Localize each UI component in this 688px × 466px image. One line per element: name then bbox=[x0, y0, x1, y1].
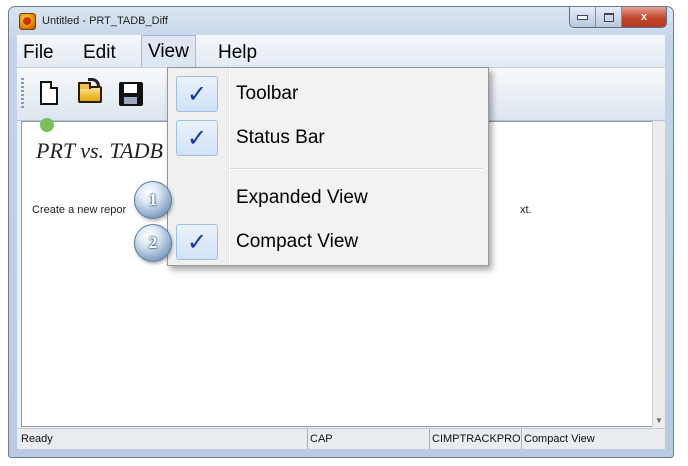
new-button[interactable] bbox=[37, 80, 63, 108]
document-text-tail: xt. bbox=[520, 204, 532, 216]
menu-item-toolbar[interactable]: ✓ Toolbar bbox=[170, 72, 486, 114]
checkmark-icon: ✓ bbox=[176, 76, 218, 112]
status-cap: CAP bbox=[307, 429, 429, 449]
checkmark-icon: ✓ bbox=[176, 224, 218, 260]
menu-item-label: Toolbar bbox=[236, 83, 299, 104]
menu-bar: File Edit View Help bbox=[17, 35, 665, 68]
new-document-icon bbox=[40, 81, 58, 105]
status-user: CIMPTRACKPRO bbox=[429, 429, 521, 449]
document-text: Create a new repor bbox=[32, 204, 127, 216]
save-button[interactable] bbox=[117, 80, 143, 108]
scroll-down-icon[interactable]: ▼ bbox=[655, 416, 663, 425]
menu-edit[interactable]: Edit bbox=[83, 42, 116, 64]
minimize-button[interactable] bbox=[570, 7, 596, 27]
toolbar-grip[interactable] bbox=[21, 78, 24, 108]
menu-item-status-bar[interactable]: ✓ Status Bar bbox=[170, 116, 486, 158]
menu-help[interactable]: Help bbox=[218, 42, 257, 64]
checkmark-icon: ✓ bbox=[176, 120, 218, 156]
open-folder-icon bbox=[78, 78, 102, 103]
menu-item-label: Expanded View bbox=[236, 187, 368, 208]
close-icon: x bbox=[640, 11, 648, 23]
window-title: Untitled - PRT_TADB_Diff bbox=[42, 15, 168, 27]
status-bar: Ready CAP CIMPTRACKPRO Compact View bbox=[17, 428, 665, 449]
vertical-scrollbar[interactable]: ▼ bbox=[652, 121, 665, 427]
view-menu-dropdown: ✓ Toolbar ✓ Status Bar Expanded View ✓ C… bbox=[167, 67, 489, 266]
caption-buttons: x bbox=[569, 7, 667, 28]
menu-item-label: Status Bar bbox=[236, 127, 325, 148]
close-button[interactable]: x bbox=[622, 7, 666, 27]
menu-view[interactable]: View bbox=[141, 35, 196, 67]
callout-2: 2 bbox=[134, 224, 172, 262]
maximize-icon bbox=[603, 12, 614, 22]
title-bar[interactable]: Untitled - PRT_TADB_Diff x bbox=[9, 7, 673, 35]
open-button[interactable] bbox=[77, 78, 103, 108]
menu-item-expanded-view[interactable]: Expanded View bbox=[170, 176, 486, 218]
menu-file[interactable]: File bbox=[23, 42, 54, 64]
minimize-icon bbox=[577, 14, 588, 20]
menu-separator bbox=[230, 168, 482, 170]
save-disk-icon bbox=[119, 82, 143, 106]
report-status-icon bbox=[40, 118, 54, 132]
app-icon[interactable] bbox=[19, 13, 36, 30]
document-title: PRT vs. TADB bbox=[36, 138, 163, 163]
maximize-button[interactable] bbox=[596, 7, 622, 27]
callout-1: 1 bbox=[134, 181, 172, 219]
status-view-mode: Compact View bbox=[521, 429, 641, 449]
menu-item-label: Compact View bbox=[236, 231, 359, 252]
menu-item-compact-view[interactable]: ✓ Compact View bbox=[170, 220, 486, 262]
status-ready: Ready bbox=[21, 433, 53, 445]
